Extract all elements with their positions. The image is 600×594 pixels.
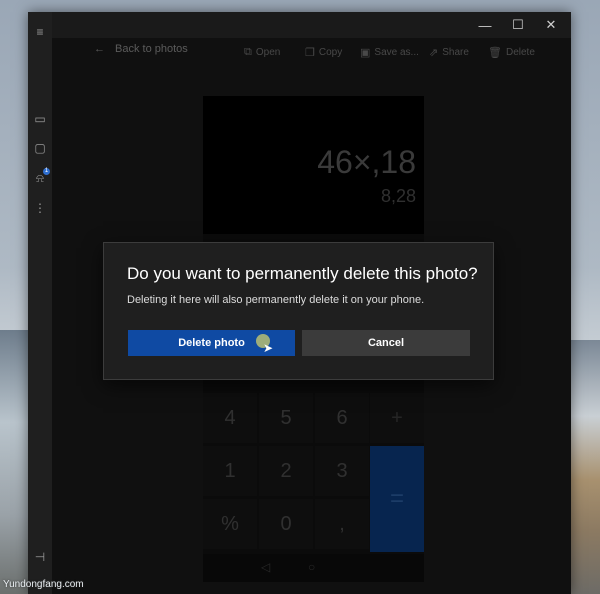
apps-grid-icon[interactable]: ⋮ xyxy=(32,200,48,216)
notification-badge: 1 xyxy=(43,168,50,175)
title-bar: — ☐ ✕ xyxy=(28,12,571,38)
left-navigation-rail: ≡ ▭ ▢ ⍾ 1 ⋮ ⊣ xyxy=(28,12,52,594)
mouse-pointer-icon: ➤ xyxy=(263,341,274,355)
close-button[interactable]: ✕ xyxy=(534,14,568,36)
dialog-title: Do you want to permanently delete this p… xyxy=(127,264,478,283)
dialog-message: Deleting it here will also permanently d… xyxy=(127,294,425,306)
cancel-button[interactable]: Cancel xyxy=(302,330,470,356)
pin-icon[interactable]: ⊣ xyxy=(32,549,48,565)
wallpaper-landscape-right xyxy=(566,340,600,594)
minimize-button[interactable]: — xyxy=(468,14,502,36)
delete-confirmation-dialog: Do you want to permanently delete this p… xyxy=(103,242,494,380)
gallery-icon[interactable]: ▭ xyxy=(32,111,48,127)
message-icon[interactable]: ▢ xyxy=(32,140,48,156)
watermark: Yundongfang.com xyxy=(3,579,84,590)
maximize-button[interactable]: ☐ xyxy=(501,14,535,36)
